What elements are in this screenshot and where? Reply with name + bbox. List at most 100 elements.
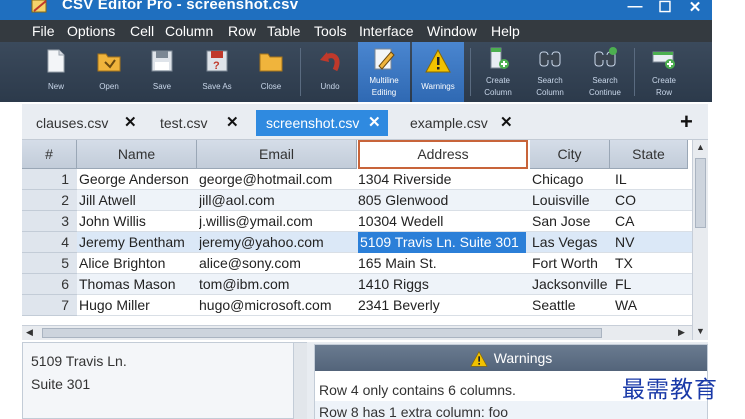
title-bar: CSV Editor Pro - screenshot.csv — ☐ ✕ bbox=[0, 0, 712, 20]
close-file-button[interactable]: Close bbox=[251, 42, 291, 102]
menu-row[interactable]: Row bbox=[228, 22, 256, 40]
row-number[interactable]: 5 bbox=[22, 253, 77, 274]
close-tab-icon[interactable]: ✕ bbox=[226, 110, 239, 136]
cell-address[interactable]: 805 Glenwood bbox=[358, 190, 526, 211]
column-header-email[interactable]: Email bbox=[197, 140, 357, 169]
cell-address[interactable]: 5109 Travis Ln. Suite 301 bbox=[358, 232, 526, 253]
column-header-city[interactable]: City bbox=[530, 140, 610, 169]
warnings-title: Warnings bbox=[493, 350, 553, 366]
cell-state[interactable]: NV bbox=[615, 232, 685, 253]
scroll-up-arrow-icon[interactable]: ▲ bbox=[696, 142, 705, 152]
tab-test-csv[interactable]: test.csv ✕ bbox=[160, 110, 250, 136]
menu-options[interactable]: Options bbox=[67, 22, 115, 40]
save-button[interactable]: Save bbox=[142, 42, 182, 102]
scroll-right-arrow-icon[interactable]: ▶ bbox=[678, 327, 685, 338]
cell-address[interactable]: 10304 Wedell bbox=[358, 211, 526, 232]
close-tab-icon[interactable]: ✕ bbox=[124, 110, 137, 136]
cell-state[interactable]: CO bbox=[615, 190, 685, 211]
cell-name[interactable]: Jeremy Bentham bbox=[79, 232, 197, 253]
cell-address[interactable]: 2341 Beverly bbox=[358, 295, 526, 316]
cell-state[interactable]: TX bbox=[615, 253, 685, 274]
cell-email[interactable]: hugo@microsoft.com bbox=[199, 295, 357, 316]
menu-tools[interactable]: Tools bbox=[314, 22, 347, 40]
maximize-button[interactable]: ☐ bbox=[650, 0, 680, 16]
warning-message[interactable]: Row 4 only contains 6 columns. bbox=[319, 382, 516, 398]
cell-city[interactable]: Seattle bbox=[532, 295, 612, 316]
create-column-button[interactable]: Create Column bbox=[476, 42, 520, 102]
horizontal-scroll-thumb[interactable] bbox=[42, 328, 602, 338]
cell-email[interactable]: jill@aol.com bbox=[199, 190, 357, 211]
cell-email[interactable]: george@hotmail.com bbox=[199, 169, 357, 190]
close-window-button[interactable]: ✕ bbox=[680, 0, 710, 16]
tab-clauses-csv[interactable]: clauses.csv ✕ bbox=[36, 110, 144, 136]
vertical-scroll-thumb[interactable] bbox=[695, 158, 706, 228]
cell-name[interactable]: John Willis bbox=[79, 211, 197, 232]
row-number[interactable]: 2 bbox=[22, 190, 77, 211]
menu-table[interactable]: Table bbox=[267, 22, 300, 40]
multiline-editing-button[interactable]: Multiline Editing bbox=[358, 42, 410, 102]
menu-cell[interactable]: Cell bbox=[130, 22, 154, 40]
warnings-button[interactable]: Warnings bbox=[412, 42, 464, 102]
menu-column[interactable]: Column bbox=[165, 22, 213, 40]
menu-help[interactable]: Help bbox=[491, 22, 520, 40]
column-header-name[interactable]: Name bbox=[77, 140, 197, 169]
horizontal-scrollbar[interactable]: ◀ ▶ bbox=[22, 325, 692, 340]
cell-state[interactable]: FL bbox=[615, 274, 685, 295]
cell-name[interactable]: Thomas Mason bbox=[79, 274, 197, 295]
row-number-header[interactable]: # bbox=[22, 140, 77, 169]
cell-state[interactable]: IL bbox=[615, 169, 685, 190]
cell-address[interactable]: 1304 Riverside bbox=[358, 169, 526, 190]
menu-window[interactable]: Window bbox=[427, 22, 477, 40]
row-number[interactable]: 3 bbox=[22, 211, 77, 232]
tab-screenshot-csv[interactable]: screenshot.csv ✕ bbox=[256, 110, 388, 136]
undo-button[interactable]: Undo bbox=[310, 42, 350, 102]
close-tab-icon[interactable]: ✕ bbox=[500, 110, 513, 136]
row-number[interactable]: 6 bbox=[22, 274, 77, 295]
row-number[interactable]: 4 bbox=[22, 232, 77, 253]
cell-city[interactable]: Chicago bbox=[532, 169, 612, 190]
svg-text:?: ? bbox=[213, 60, 220, 72]
create-row-button[interactable]: Create Row bbox=[642, 42, 686, 102]
scroll-down-arrow-icon[interactable]: ▼ bbox=[696, 326, 705, 336]
cell-name[interactable]: Alice Brighton bbox=[79, 253, 197, 274]
warning-message[interactable]: Row 8 has 1 extra column: foo bbox=[319, 404, 508, 419]
cell-name[interactable]: Hugo Miller bbox=[79, 295, 197, 316]
search-column-button[interactable]: Search Column bbox=[528, 42, 572, 102]
cell-name[interactable]: George Anderson bbox=[79, 169, 197, 190]
cell-address[interactable]: 1410 Riggs bbox=[358, 274, 526, 295]
scroll-left-arrow-icon[interactable]: ◀ bbox=[26, 327, 33, 338]
minimize-button[interactable]: — bbox=[620, 0, 650, 16]
cell-city[interactable]: San Jose bbox=[532, 211, 612, 232]
cell-address[interactable]: 165 Main St. bbox=[358, 253, 526, 274]
close-tab-icon[interactable]: ✕ bbox=[368, 110, 381, 136]
column-header-address[interactable]: Address bbox=[358, 140, 528, 169]
cell-email[interactable]: tom@ibm.com bbox=[199, 274, 357, 295]
menu-file[interactable]: File bbox=[32, 22, 55, 40]
cell-email[interactable]: jeremy@yahoo.com bbox=[199, 232, 357, 253]
cell-name[interactable]: Jill Atwell bbox=[79, 190, 197, 211]
vertical-scrollbar[interactable]: ▲ ▼ bbox=[692, 140, 708, 340]
cell-state[interactable]: CA bbox=[615, 211, 685, 232]
save-as-button[interactable]: ? Save As bbox=[195, 42, 239, 102]
cell-preview-panel[interactable]: 5109 Travis Ln. Suite 301 bbox=[22, 342, 307, 419]
column-header-state[interactable]: State bbox=[610, 140, 688, 169]
row-number[interactable]: 1 bbox=[22, 169, 77, 190]
preview-scrollbar[interactable] bbox=[293, 343, 307, 419]
toolbar-separator bbox=[634, 48, 635, 96]
cell-city[interactable]: Jacksonville bbox=[532, 274, 612, 295]
menu-interface[interactable]: Interface bbox=[359, 22, 413, 40]
add-tab-button[interactable]: + bbox=[680, 109, 693, 135]
cell-email[interactable]: alice@sony.com bbox=[199, 253, 357, 274]
row-number[interactable]: 7 bbox=[22, 295, 77, 316]
new-button[interactable]: New bbox=[36, 42, 76, 102]
bottom-panels: 5109 Travis Ln. Suite 301 Warnings Row 4… bbox=[22, 342, 708, 419]
cell-city[interactable]: Fort Worth bbox=[532, 253, 612, 274]
cell-city[interactable]: Louisville bbox=[532, 190, 612, 211]
tab-example-csv[interactable]: example.csv ✕ bbox=[410, 110, 520, 136]
cell-email[interactable]: j.willis@ymail.com bbox=[199, 211, 357, 232]
cell-city[interactable]: Las Vegas bbox=[532, 232, 612, 253]
undo-arrow-icon bbox=[320, 52, 340, 72]
open-button[interactable]: Open bbox=[89, 42, 129, 102]
cell-state[interactable]: WA bbox=[615, 295, 685, 316]
search-continue-button[interactable]: Search Continue bbox=[582, 42, 628, 102]
